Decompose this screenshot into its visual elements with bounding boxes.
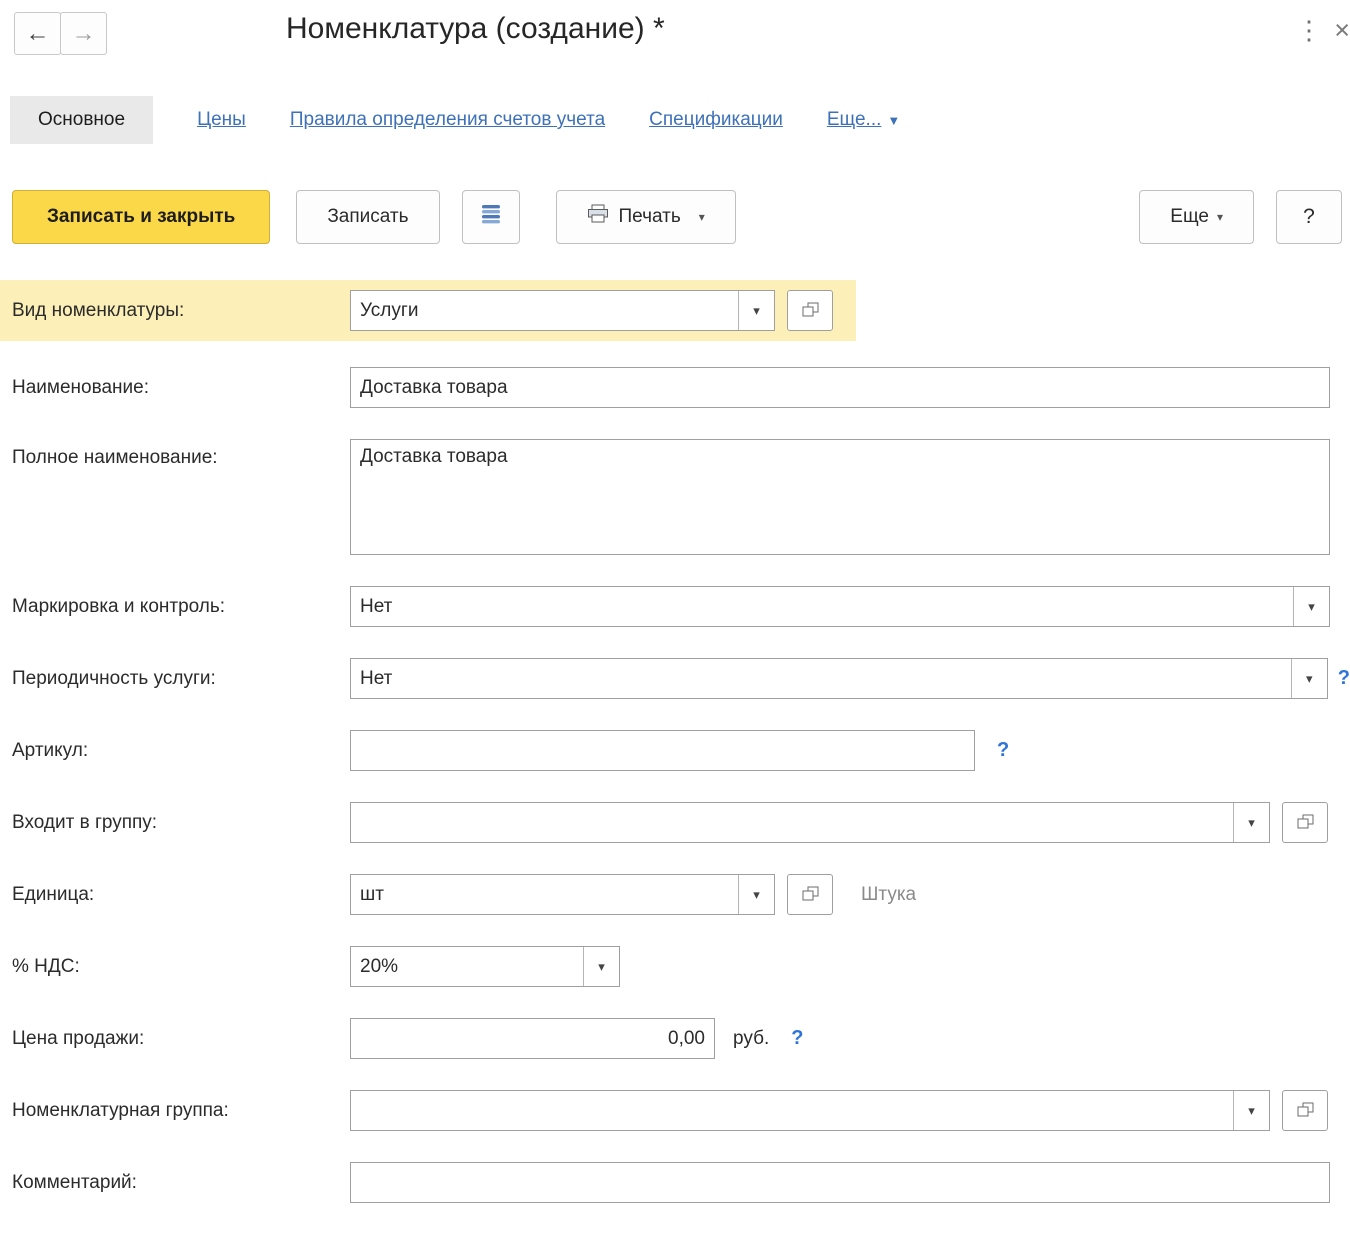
currency-suffix: руб.: [733, 1028, 769, 1050]
parent-group-combo: ▾: [350, 802, 1270, 843]
tab-account-rules[interactable]: Правила определения счетов учета: [290, 109, 605, 131]
stack-icon: [480, 204, 502, 230]
tab-more-label: Еще...: [827, 109, 882, 130]
more-button[interactable]: Еще ▾: [1139, 190, 1254, 244]
field-row-comment: Комментарий:: [0, 1162, 1350, 1203]
open-icon: [802, 886, 819, 904]
field-row-name: Наименование:: [0, 367, 1350, 408]
page-title: Номенклатура (создание) *: [286, 12, 665, 46]
chevron-down-icon[interactable]: ▾: [1293, 587, 1329, 626]
name-input[interactable]: [350, 367, 1330, 408]
chevron-down-icon[interactable]: ▾: [1291, 659, 1327, 698]
sale-price-label: Цена продажи:: [12, 1028, 350, 1050]
save-button[interactable]: Записать: [296, 190, 439, 244]
open-icon: [1297, 1102, 1314, 1120]
service-periodicity-input[interactable]: [351, 659, 1291, 698]
open-icon: [1297, 814, 1314, 832]
tab-specifications[interactable]: Спецификации: [649, 109, 783, 131]
report-structure-button[interactable]: [462, 190, 520, 244]
help-button[interactable]: ?: [1276, 190, 1342, 244]
full-name-label: Полное наименование:: [12, 439, 350, 469]
window-header: ← → Номенклатура (создание) * ⋮ ×: [0, 0, 1350, 66]
open-button[interactable]: [787, 290, 833, 331]
more-label: Еще: [1170, 206, 1209, 228]
open-icon: [802, 302, 819, 320]
chevron-down-icon[interactable]: ▾: [583, 947, 619, 986]
sale-price-input[interactable]: [350, 1018, 715, 1059]
forward-arrow-icon: →: [72, 20, 96, 48]
unit-input[interactable]: [351, 875, 738, 914]
item-kind-combo: ▾: [350, 290, 775, 331]
field-row-full-name: Полное наименование: Доставка товара: [0, 439, 1350, 555]
chevron-down-icon[interactable]: ▾: [1233, 1091, 1269, 1130]
back-button[interactable]: ←: [14, 12, 61, 55]
open-button[interactable]: [1282, 1090, 1328, 1131]
marking-control-combo: ▾: [350, 586, 1330, 627]
service-periodicity-label: Периодичность услуги:: [12, 668, 350, 690]
item-kind-input[interactable]: [351, 291, 738, 330]
open-button[interactable]: [787, 874, 833, 915]
print-label: Печать: [619, 206, 681, 228]
item-kind-label: Вид номенклатуры:: [12, 300, 350, 322]
item-group-combo: ▾: [350, 1090, 1270, 1131]
help-icon[interactable]: ?: [791, 1027, 803, 1050]
nav-history-buttons: ← →: [14, 12, 107, 55]
vat-rate-input[interactable]: [351, 947, 583, 986]
comment-input[interactable]: [350, 1162, 1330, 1203]
field-row-sale-price: Цена продажи: руб. ?: [0, 1018, 1350, 1059]
printer-icon: [587, 204, 609, 230]
open-button[interactable]: [1282, 802, 1328, 843]
tab-prices[interactable]: Цены: [197, 109, 246, 131]
unit-label: Единица:: [12, 884, 350, 906]
service-periodicity-combo: ▾: [350, 658, 1328, 699]
field-row-article: Артикул: ?: [0, 730, 1350, 771]
field-row-vat-rate: % НДС: ▾: [0, 946, 1350, 987]
more-menu-icon[interactable]: ⋮: [1296, 12, 1322, 48]
field-row-unit: Единица: ▾ Штука: [0, 874, 1350, 915]
chevron-down-icon[interactable]: ▾: [738, 291, 774, 330]
vat-rate-combo: ▾: [350, 946, 620, 987]
chevron-down-icon: ▾: [1217, 210, 1223, 224]
close-icon[interactable]: ×: [1334, 12, 1350, 48]
chevron-down-icon: ▾: [699, 210, 705, 224]
comment-label: Комментарий:: [12, 1172, 350, 1194]
name-label: Наименование:: [12, 377, 350, 399]
chevron-down-icon: ▼: [887, 113, 900, 128]
field-row-marking-control: Маркировка и контроль: ▾: [0, 586, 1350, 627]
item-form: Вид номенклатуры: ▾ Наименование: Полное…: [0, 280, 1350, 1203]
unit-combo: ▾: [350, 874, 775, 915]
item-group-input[interactable]: [351, 1091, 1233, 1130]
back-arrow-icon: ←: [26, 20, 50, 48]
vat-rate-label: % НДС:: [12, 956, 350, 978]
marking-control-input[interactable]: [351, 587, 1293, 626]
full-name-textarea[interactable]: Доставка товара: [350, 439, 1330, 555]
unit-full-name: Штука: [861, 884, 916, 906]
forward-button[interactable]: →: [60, 12, 107, 55]
field-row-service-periodicity: Периодичность услуги: ▾ ?: [0, 658, 1350, 699]
article-label: Артикул:: [12, 740, 350, 762]
parent-group-input[interactable]: [351, 803, 1233, 842]
help-icon[interactable]: ?: [1338, 667, 1350, 690]
field-row-item-kind: Вид номенклатуры: ▾: [0, 280, 856, 341]
print-button[interactable]: Печать ▾: [556, 190, 736, 244]
toolbar: Записать и закрыть Записать Печать ▾ Еще…: [0, 190, 1350, 244]
field-row-parent-group: Входит в группу: ▾: [0, 802, 1350, 843]
chevron-down-icon[interactable]: ▾: [1233, 803, 1269, 842]
tab-main[interactable]: Основное: [10, 96, 153, 144]
tab-bar: Основное Цены Правила определения счетов…: [0, 96, 1350, 144]
save-and-close-button[interactable]: Записать и закрыть: [12, 190, 270, 244]
article-input[interactable]: [350, 730, 975, 771]
field-row-item-group: Номенклатурная группа: ▾: [0, 1090, 1350, 1131]
item-group-label: Номенклатурная группа:: [12, 1100, 350, 1122]
help-icon[interactable]: ?: [997, 739, 1009, 762]
parent-group-label: Входит в группу:: [12, 812, 350, 834]
marking-control-label: Маркировка и контроль:: [12, 596, 350, 618]
chevron-down-icon[interactable]: ▾: [738, 875, 774, 914]
tab-more[interactable]: Еще... ▼: [827, 109, 900, 131]
